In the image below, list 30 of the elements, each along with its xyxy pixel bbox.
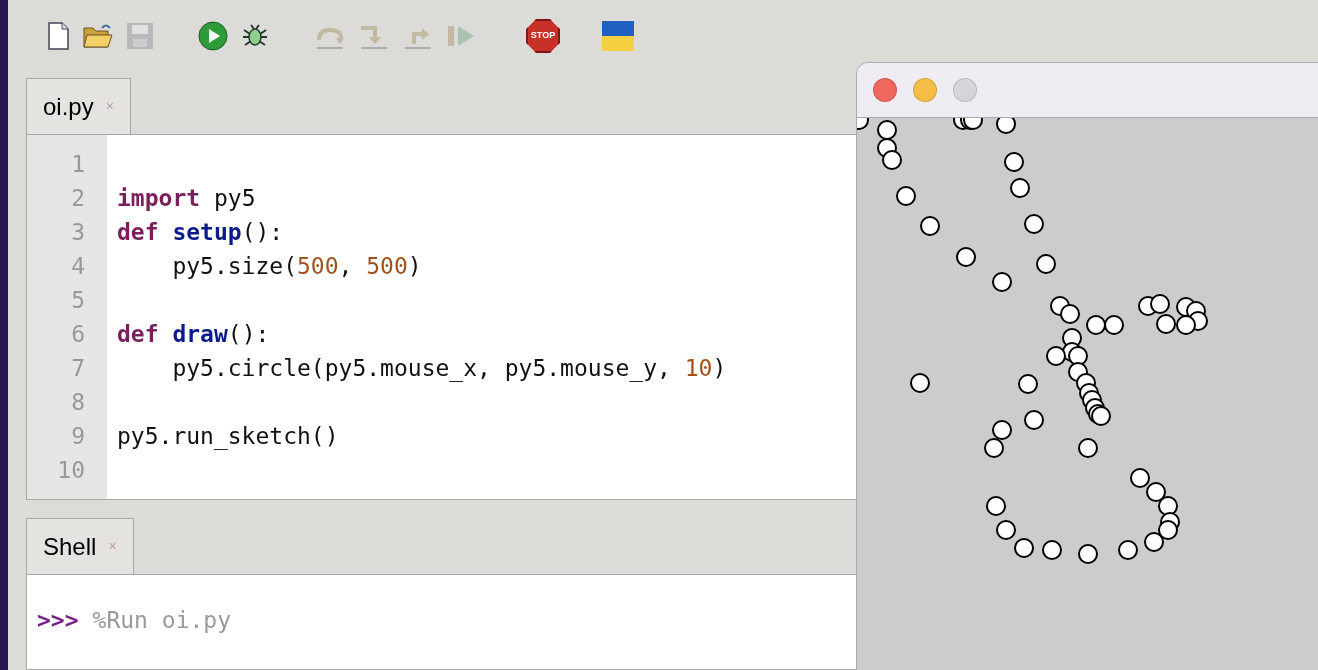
flag-icon[interactable] [602,20,634,52]
file-tab[interactable]: oi.py × [26,78,131,134]
line-number: 5 [71,286,85,315]
window-control-button[interactable] [913,78,937,102]
line-number: 3 [71,218,85,247]
file-tab[interactable]: Shell × [26,518,134,574]
play-icon[interactable] [198,21,228,51]
line-number: 4 [71,252,85,281]
line-number: 1 [71,150,85,179]
line-number: 2 [71,184,85,213]
shell-prompt: >>> [37,606,79,635]
window-control-button[interactable] [873,78,897,102]
line-number: 9 [71,422,85,451]
line-number: 8 [71,388,85,417]
code-line: py5.size(500, 500) [171,252,422,281]
folder-icon[interactable] [82,22,114,50]
shell-command: %Run oi.py [92,606,232,635]
new-file-icon[interactable] [46,22,70,50]
code-line: def setup(): [117,218,284,247]
line-number: 10 [57,456,85,485]
line-number: 6 [71,320,85,349]
code-line: import py5 [117,184,256,213]
code-line: py5.run_sketch() [117,422,339,452]
window-control-button[interactable] [953,78,977,102]
tab-label: oi.py [43,91,94,122]
tab-label: Shell [43,531,97,562]
code-line: def draw(): [117,320,270,349]
stop-button[interactable]: STOP [526,19,560,53]
code-line: py5.circle(py5.mouse_x, py5.mouse_y, 10) [171,354,727,384]
line-number: 7 [71,354,85,383]
